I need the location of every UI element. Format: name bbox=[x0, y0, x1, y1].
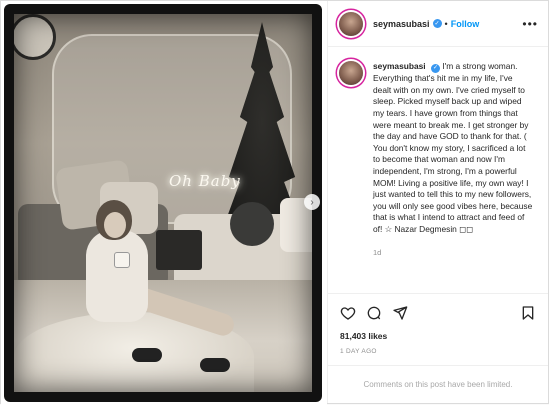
comments-limited-notice: Comments on this post have been limited. bbox=[328, 365, 548, 403]
avatar[interactable] bbox=[339, 11, 363, 36]
instagram-post: Oh Baby › seymasubasi ✓ • Follow ••• sey… bbox=[0, 0, 549, 405]
likes-count[interactable]: 81,403 likes bbox=[328, 331, 548, 341]
next-photo-arrow-icon[interactable]: › bbox=[304, 194, 320, 210]
post-header: seymasubasi ✓ • Follow ••• bbox=[328, 1, 548, 47]
verified-badge-icon: ✓ bbox=[430, 64, 440, 74]
photo-frame bbox=[4, 4, 322, 402]
header-username[interactable]: seymasubasi bbox=[373, 19, 430, 29]
share-icon[interactable] bbox=[392, 305, 408, 321]
comment-icon[interactable] bbox=[366, 305, 382, 321]
separator-dot: • bbox=[444, 18, 448, 29]
verified-badge-icon: ✓ bbox=[432, 19, 442, 28]
caption-area: seymasubasi ✓ I'm a strong woman. Everyt… bbox=[328, 47, 548, 293]
caption-avatar[interactable] bbox=[339, 61, 363, 85]
caption-username[interactable]: seymasubasi bbox=[373, 61, 426, 71]
post-side-panel: seymasubasi ✓ • Follow ••• seymasubasi ✓… bbox=[327, 1, 548, 403]
follow-button[interactable]: Follow bbox=[451, 19, 480, 29]
caption-text: I'm a strong woman. Everything that's hi… bbox=[373, 61, 533, 235]
more-options-icon[interactable]: ••• bbox=[522, 18, 538, 30]
caption-block: seymasubasi ✓ I'm a strong woman. Everyt… bbox=[373, 61, 533, 293]
caption-time-ago[interactable]: 1d bbox=[373, 248, 533, 257]
post-photo[interactable]: Oh Baby bbox=[4, 4, 322, 402]
post-date[interactable]: 1 DAY AGO bbox=[328, 341, 548, 355]
action-bar bbox=[328, 293, 548, 331]
post-media: Oh Baby › bbox=[1, 1, 327, 405]
caption: seymasubasi ✓ I'm a strong woman. Everyt… bbox=[373, 61, 533, 236]
heart-icon[interactable] bbox=[340, 305, 356, 321]
bookmark-icon[interactable] bbox=[520, 305, 536, 321]
